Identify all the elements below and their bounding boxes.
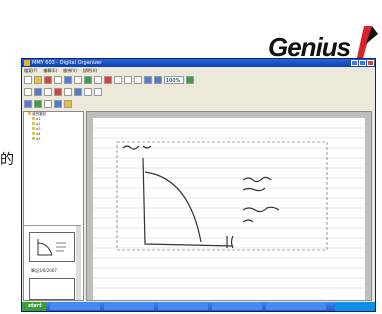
app-window: MMY 603 - Digital Organizer 檔案(F) 編輯(E) … [21,58,376,312]
tree-item[interactable]: a5 [24,137,83,142]
close-button[interactable] [367,60,374,66]
maximize-button[interactable] [359,60,366,66]
view-2-icon[interactable] [34,100,42,108]
eraser-icon[interactable] [64,88,72,96]
toolbar-row-1: 100% [22,74,375,86]
view-3-icon[interactable] [44,100,52,108]
paste-icon[interactable] [124,76,132,84]
caption-text: 的 [0,152,14,168]
window-controls [351,60,374,66]
view-1-icon[interactable] [24,100,32,108]
menu-edit[interactable]: 編輯(E) [43,67,57,74]
system-tray [335,302,375,311]
export-icon[interactable] [84,76,92,84]
note-page[interactable] [93,118,365,300]
grid-icon[interactable] [74,76,82,84]
select-tool-icon[interactable] [94,88,102,96]
folder-icon [32,127,35,130]
folder-icon [32,117,35,120]
app-icon [24,60,30,66]
minimize-button[interactable] [351,60,358,66]
zoom-select[interactable]: 100% [164,76,184,84]
undo-icon[interactable] [144,76,152,84]
taskbar: start [22,302,375,311]
thumbnail-panel: 筆記1/6/2007 [23,225,81,300]
menu-help[interactable]: 說明(H) [83,67,97,74]
toolbar-row-3 [22,98,375,110]
folder-icon [32,132,35,135]
copy-icon[interactable] [114,76,122,84]
taskbar-item[interactable] [158,303,208,310]
save-icon[interactable] [64,76,72,84]
color-icon[interactable] [54,88,62,96]
taskbar-item[interactable] [50,303,100,310]
thumbnail-scrollbar[interactable] [76,226,81,300]
redo-icon[interactable] [154,76,162,84]
insert-page-icon[interactable] [74,88,82,96]
thumbnail-sketch-icon [37,239,66,256]
menu-view[interactable]: 檢視(V) [63,67,77,74]
note-canvas [86,111,372,301]
line-width-icon[interactable] [84,88,92,96]
taskbar-item[interactable] [212,303,262,310]
view-5-icon[interactable] [64,100,72,108]
print-icon[interactable] [94,76,102,84]
delete-icon[interactable] [134,76,142,84]
handwriting-drawing [93,127,365,289]
title-bar: MMY 603 - Digital Organizer [22,59,375,67]
folder-icon [28,112,31,115]
toolbar-row-2 [22,86,375,98]
new-icon[interactable] [24,76,32,84]
record-icon[interactable] [44,76,52,84]
pen-icon[interactable] [34,88,42,96]
highlighter-icon[interactable] [44,88,52,96]
open-icon[interactable] [34,76,42,84]
folder-icon [32,137,35,140]
page-thumbnail[interactable] [29,232,75,262]
taskbar-item[interactable] [266,303,326,310]
taskbar-item[interactable] [104,303,154,310]
menu-file[interactable]: 檔案(F) [24,67,37,74]
menu-bar: 檔案(F) 編輯(E) 檢視(V) 說明(H) [22,67,375,74]
page-icon[interactable] [54,76,62,84]
window-title: MMY 603 - Digital Organizer [32,60,103,66]
pointer-icon[interactable] [24,88,32,96]
view-4-icon[interactable] [54,100,62,108]
folder-icon [32,122,35,125]
start-button[interactable]: start [22,302,46,311]
thumbnail-label: 筆記1/6/2007 [31,268,57,273]
page-thumbnail[interactable] [29,278,75,300]
cut-icon[interactable] [104,76,112,84]
fit-icon[interactable] [186,76,194,84]
